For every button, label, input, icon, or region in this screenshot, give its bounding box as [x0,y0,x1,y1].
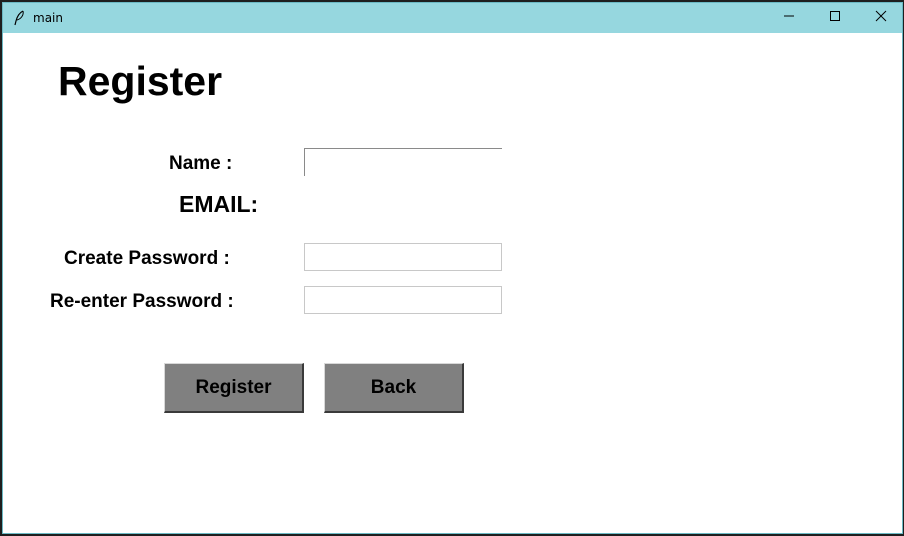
title-bar[interactable]: main [3,3,902,33]
reenter-password-field[interactable] [304,286,502,314]
minimize-icon [783,9,795,27]
maximize-button[interactable] [812,3,858,33]
window-title: main [33,11,63,25]
create-password-label: Create Password : [64,248,230,269]
register-button[interactable]: Register [164,363,304,413]
create-password-field[interactable] [304,243,502,271]
reenter-password-label: Re-enter Password : [50,291,234,312]
maximize-icon [829,9,841,27]
email-label: EMAIL: [179,191,259,217]
feather-icon [12,10,26,26]
name-label: Name : [169,153,233,174]
page-title: Register [58,58,223,104]
name-field[interactable] [304,148,502,176]
app-window: main Register Name : EMAIL: Create Passw… [2,2,903,534]
minimize-button[interactable] [766,3,812,33]
back-button[interactable]: Back [324,363,464,413]
close-button[interactable] [858,3,904,33]
close-icon [875,9,887,27]
